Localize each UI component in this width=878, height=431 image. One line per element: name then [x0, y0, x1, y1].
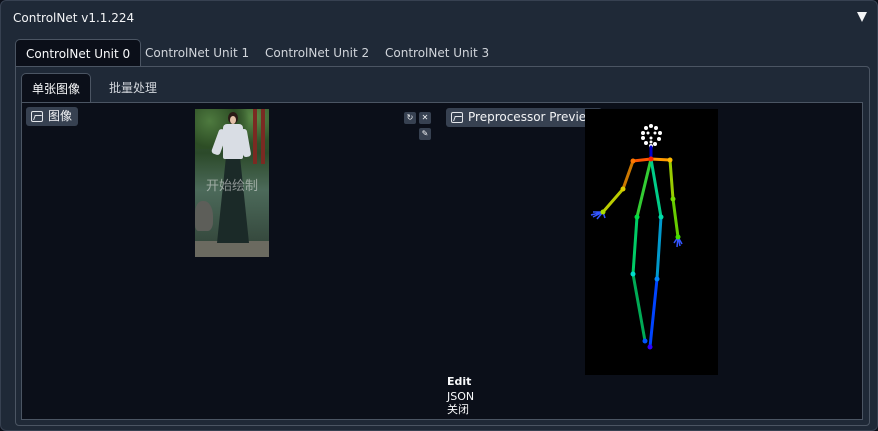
image-area: 图像 开始绘制 ↻ ✕ ✎ Preprocessor Preview Edit … [21, 102, 863, 420]
edit-button[interactable]: Edit [447, 375, 487, 388]
refresh-icon[interactable]: ↻ [404, 112, 416, 124]
image-label-badge: 图像 [26, 107, 79, 126]
edit-pen-icon[interactable]: ✎ [419, 128, 431, 140]
panel-header[interactable]: ControlNet v1.1.224 [1, 1, 877, 37]
tab-controlnet-unit-2[interactable]: ControlNet Unit 2 [255, 39, 379, 67]
json-button[interactable]: JSON [447, 390, 487, 403]
tab-batch[interactable]: 批量处理 [99, 73, 167, 103]
canvas-watermark: 开始绘制 [205, 179, 258, 194]
image-icon [451, 112, 463, 123]
pose-skeleton [590, 124, 683, 350]
close-icon[interactable]: ✕ [419, 112, 431, 124]
image-label: 图像 [48, 109, 73, 123]
photo-ground [195, 241, 269, 257]
preview-actions: Edit JSON 关闭 [447, 375, 487, 416]
photo-skirt [217, 157, 249, 243]
photo-pole [261, 109, 265, 164]
photo-rock [195, 201, 213, 231]
close-button[interactable]: 关闭 [447, 403, 487, 416]
controlnet-panel: ControlNet v1.1.224 ControlNet Unit 0 Co… [0, 0, 878, 431]
image-icon [31, 111, 43, 122]
preprocessor-preview-image [585, 109, 718, 375]
body-limbs [601, 145, 680, 349]
photo-pole [253, 109, 257, 164]
tab-controlnet-unit-3[interactable]: ControlNet Unit 3 [375, 39, 499, 67]
panel-title: ControlNet v1.1.224 [13, 11, 135, 25]
photo-face [230, 116, 236, 124]
tab-controlnet-unit-1[interactable]: ControlNet Unit 1 [135, 39, 259, 67]
preview-label: Preprocessor Preview [468, 110, 596, 124]
tab-single-image[interactable]: 单张图像 [21, 73, 92, 103]
tab-controlnet-unit-0[interactable]: ControlNet Unit 0 [15, 39, 142, 67]
unit-body: 单张图像 批量处理 图像 开始绘制 ↻ ✕ ✎ Preprocessor Pre… [15, 66, 870, 426]
preview-label-badge: Preprocessor Preview [446, 108, 602, 127]
photo-blouse [223, 124, 243, 159]
triangle-down-icon[interactable] [857, 12, 867, 22]
input-image-canvas[interactable]: 开始绘制 [195, 109, 269, 257]
face-keypoints [641, 124, 662, 148]
